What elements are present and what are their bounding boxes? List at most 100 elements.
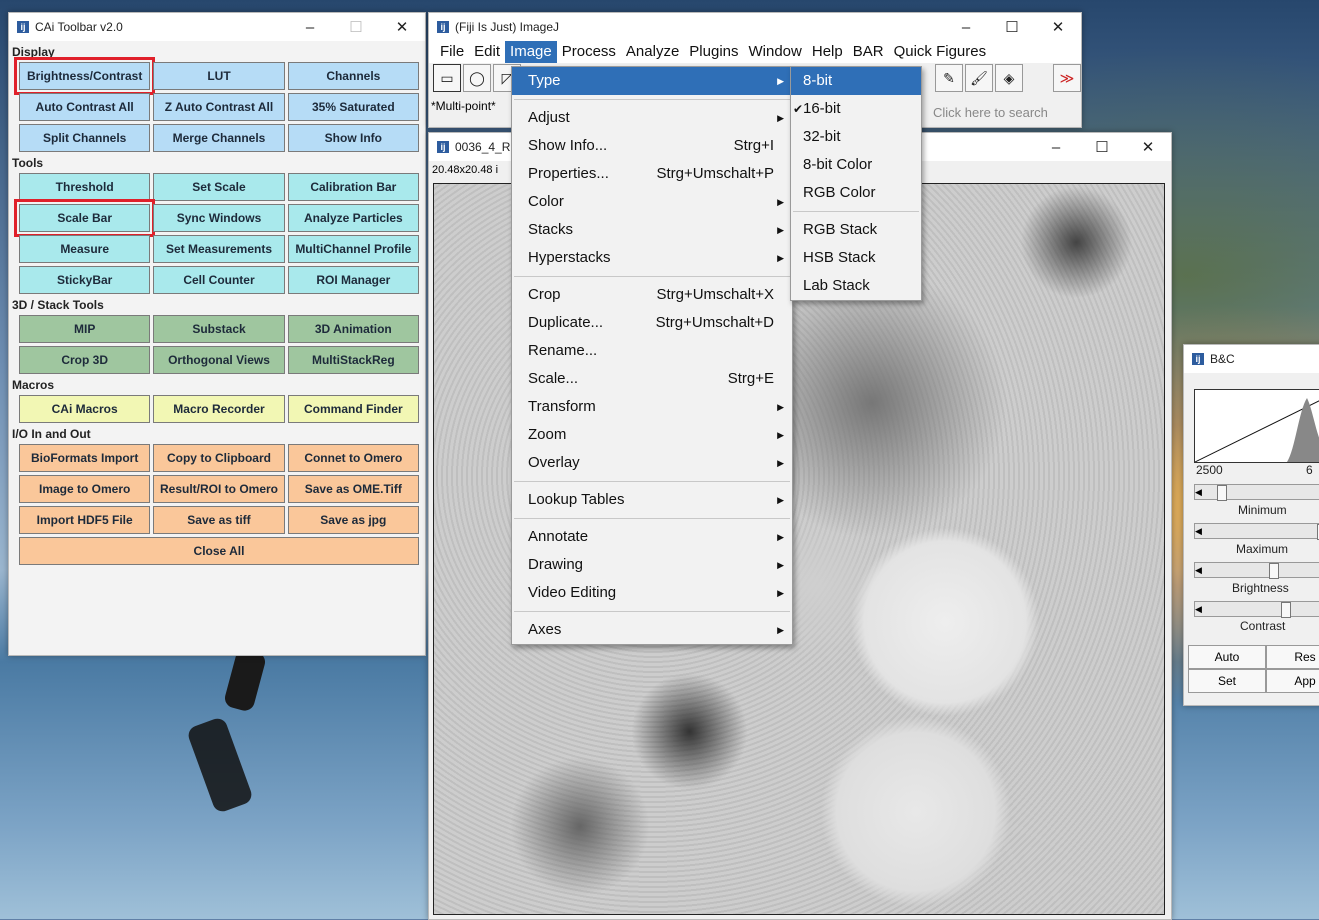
menu-quick-figures[interactable]: Quick Figures [889, 41, 992, 63]
brightness-contrast-button[interactable]: Brightness/Contrast [13, 57, 156, 95]
copy-to-clipboard-button[interactable]: Copy to Clipboard [153, 444, 285, 472]
minimize-button[interactable]: – [287, 19, 333, 36]
set-measurements-button[interactable]: Set Measurements [153, 235, 285, 263]
analyze-particles-button[interactable]: Analyze Particles [287, 204, 419, 232]
crop-3d-button[interactable]: Crop 3D [19, 346, 151, 374]
maximize-button[interactable]: ☐ [333, 18, 379, 36]
menu-plugins[interactable]: Plugins [684, 41, 743, 63]
save-as-tiff-button[interactable]: Save as tiff [153, 506, 285, 534]
menu-analyze[interactable]: Analyze [621, 41, 684, 63]
search-input[interactable]: Click here to search [929, 101, 1081, 123]
import-hdf5-file-button[interactable]: Import HDF5 File [19, 506, 151, 534]
apply-button[interactable]: App [1266, 669, 1319, 693]
menu-file[interactable]: File [435, 41, 469, 63]
menu-item-drawing[interactable]: Drawing ▶ [512, 551, 792, 579]
3d-animation-button[interactable]: 3D Animation [287, 315, 419, 343]
channels-button[interactable]: Channels [287, 62, 419, 90]
menu-image[interactable]: Image [505, 41, 557, 63]
type-item-8-bit-color[interactable]: 8-bit Color [791, 151, 921, 179]
bioformats-import-button[interactable]: BioFormats Import [19, 444, 151, 472]
oval-icon[interactable]: ◯ [463, 64, 491, 92]
command-finder-button[interactable]: Command Finder [287, 395, 419, 423]
maximize-button[interactable]: ☐ [989, 18, 1035, 36]
left-arrow-icon[interactable]: ◀ [1195, 487, 1202, 497]
type-item-32-bit[interactable]: 32-bit [791, 123, 921, 151]
menu-item-transform[interactable]: Transform ▶ [512, 393, 792, 421]
roi-manager-button[interactable]: ROI Manager [287, 266, 419, 294]
set-scale-button[interactable]: Set Scale [153, 173, 285, 201]
pencil-icon[interactable]: ✎ [935, 64, 963, 92]
menu-item-rename[interactable]: Rename... [512, 337, 792, 365]
slider-knob[interactable] [1217, 485, 1227, 501]
brush-icon[interactable]: 🖌 [965, 64, 993, 92]
close-button[interactable]: ✕ [1125, 138, 1171, 156]
save-as-ome-tiff-button[interactable]: Save as OME.Tiff [287, 475, 419, 503]
maximum-slider[interactable]: ◀ [1194, 523, 1319, 540]
multistackreg-button[interactable]: MultiStackReg [287, 346, 419, 374]
macro-recorder-button[interactable]: Macro Recorder [153, 395, 285, 423]
stickybar-button[interactable]: StickyBar [19, 266, 151, 294]
rectangle-icon[interactable]: ▭ [433, 64, 461, 92]
split-channels-button[interactable]: Split Channels [19, 124, 151, 152]
cai-macros-button[interactable]: CAi Macros [19, 395, 151, 423]
substack-button[interactable]: Substack [153, 315, 285, 343]
cell-counter-button[interactable]: Cell Counter [153, 266, 285, 294]
type-item-8-bit[interactable]: 8-bit [791, 67, 921, 95]
connet-to-omero-button[interactable]: Connet to Omero [287, 444, 419, 472]
calibration-bar-button[interactable]: Calibration Bar [287, 173, 419, 201]
left-arrow-icon[interactable]: ◀ [1195, 565, 1202, 575]
menu-item-crop[interactable]: Crop Strg+Umschalt+X [512, 281, 792, 309]
mip-button[interactable]: MIP [19, 315, 151, 343]
menu-bar[interactable]: BAR [848, 41, 889, 63]
auto-contrast-all-button[interactable]: Auto Contrast All [19, 93, 151, 121]
menu-help[interactable]: Help [807, 41, 848, 63]
sync-windows-button[interactable]: Sync Windows [153, 204, 285, 232]
slider-knob[interactable] [1269, 563, 1279, 579]
minimize-button[interactable]: – [1033, 139, 1079, 156]
menu-edit[interactable]: Edit [469, 41, 505, 63]
close-button[interactable]: ✕ [1035, 18, 1081, 36]
35-saturated-button[interactable]: 35% Saturated [287, 93, 419, 121]
set-button[interactable]: Set [1188, 669, 1266, 693]
menu-item-lookup-tables[interactable]: Lookup Tables ▶ [512, 486, 792, 514]
minimize-button[interactable]: – [943, 19, 989, 36]
more-tools-icon[interactable]: ≫ [1053, 64, 1081, 92]
close-button[interactable]: ✕ [379, 18, 425, 36]
menu-item-video-editing[interactable]: Video Editing ▶ [512, 579, 792, 607]
slider-knob[interactable] [1281, 602, 1291, 618]
save-as-jpg-button[interactable]: Save as jpg [287, 506, 419, 534]
type-item-hsb-stack[interactable]: HSB Stack [791, 244, 921, 272]
brightness-slider[interactable]: ◀ [1194, 562, 1319, 579]
scale-bar-button[interactable]: Scale Bar [13, 199, 156, 237]
type-item-16-bit[interactable]: ✔ 16-bit [791, 95, 921, 123]
menu-item-zoom[interactable]: Zoom ▶ [512, 421, 792, 449]
menu-item-properties[interactable]: Properties... Strg+Umschalt+P [512, 160, 792, 188]
lut-button[interactable]: LUT [153, 62, 285, 90]
menu-item-annotate[interactable]: Annotate ▶ [512, 523, 792, 551]
menu-item-color[interactable]: Color ▶ [512, 188, 792, 216]
measure-button[interactable]: Measure [19, 235, 151, 263]
type-item-lab-stack[interactable]: Lab Stack [791, 272, 921, 300]
type-item-rgb-stack[interactable]: RGB Stack [791, 216, 921, 244]
left-arrow-icon[interactable]: ◀ [1195, 526, 1202, 536]
result-roi-to-omero-button[interactable]: Result/ROI to Omero [153, 475, 285, 503]
menu-item-show-info[interactable]: Show Info... Strg+I [512, 132, 792, 160]
image-to-omero-button[interactable]: Image to Omero [19, 475, 151, 503]
flood-fill-icon[interactable]: ◈ [995, 64, 1023, 92]
close-all-button[interactable]: Close All [19, 537, 419, 565]
multichannel-profile-button[interactable]: MultiChannel Profile [287, 235, 419, 263]
z-auto-contrast-all-button[interactable]: Z Auto Contrast All [153, 93, 285, 121]
maximize-button[interactable]: ☐ [1079, 138, 1125, 156]
menu-item-overlay[interactable]: Overlay ▶ [512, 449, 792, 477]
menu-item-hyperstacks[interactable]: Hyperstacks ▶ [512, 244, 792, 272]
menu-item-axes[interactable]: Axes ▶ [512, 616, 792, 644]
menu-item-stacks[interactable]: Stacks ▶ [512, 216, 792, 244]
menu-item-type[interactable]: Type ▶ [512, 67, 792, 95]
contrast-slider[interactable]: ◀ [1194, 601, 1319, 618]
menu-item-scale[interactable]: Scale... Strg+E [512, 365, 792, 393]
menu-process[interactable]: Process [557, 41, 621, 63]
merge-channels-button[interactable]: Merge Channels [153, 124, 285, 152]
menu-item-adjust[interactable]: Adjust ▶ [512, 104, 792, 132]
auto-button[interactable]: Auto [1188, 645, 1266, 669]
menu-window[interactable]: Window [744, 41, 807, 63]
